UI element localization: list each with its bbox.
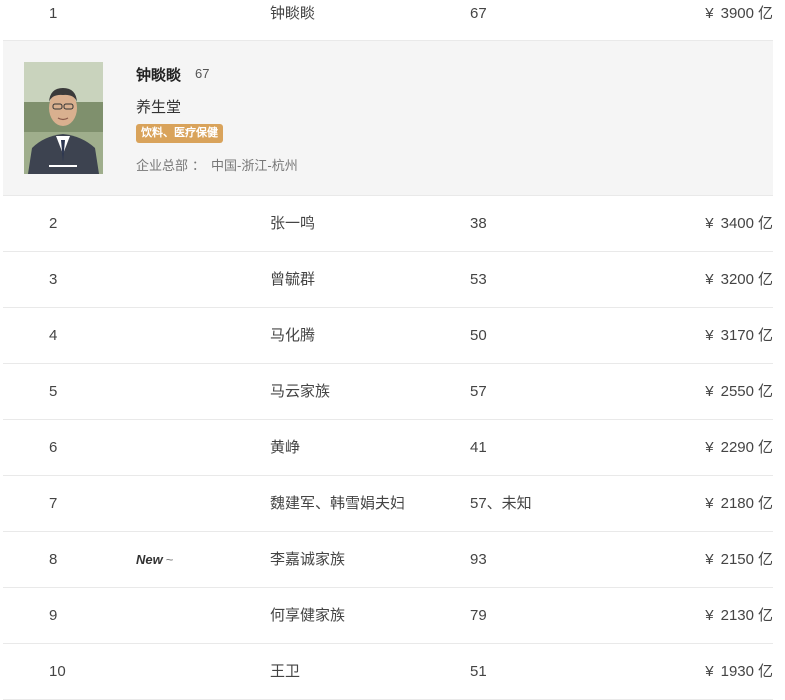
name-cell: 马云家族 [270,383,331,400]
rank-cell: 6 [49,439,58,456]
wealth-unit: 亿 [757,607,773,624]
currency-symbol: ¥ [705,439,714,456]
wealth-value: 2130 [720,607,754,624]
age-cell: 53 [470,271,487,288]
name-cell: 黄峥 [270,439,301,456]
table-row[interactable]: 5 马云家族 57 ¥2550 亿 [3,364,773,420]
wealth-value: 3200 [720,271,754,288]
headquarters-value: 中国-浙江-杭州 [211,158,298,173]
wealth-cell: ¥2550 亿 [705,364,773,419]
wealth-unit: 亿 [757,5,773,22]
age-cell: 38 [470,215,487,232]
person-name[interactable]: 钟睒睒 [136,64,181,85]
currency-symbol: ¥ [705,495,714,512]
age-cell: 51 [470,663,487,680]
person-age: 67 [195,66,210,81]
wealth-cell: ¥3200 亿 [705,252,773,307]
rank-cell: 5 [49,383,58,400]
wealth-cell: ¥2290 亿 [705,420,773,475]
person-detail-panel: 钟睒睒 67 养生堂 饮料、医疗保健 企业总部： 中国-浙江-杭州 [3,41,773,196]
new-badge: New ~ [136,532,173,587]
currency-symbol: ¥ [705,5,714,22]
age-cell: 41 [470,439,487,456]
wealth-value: 3900 [720,5,754,22]
age-cell: 93 [470,551,487,568]
name-cell: 张一鸣 [270,215,316,232]
person-portrait-icon [24,62,103,174]
headquarters-separator: ： [192,158,206,173]
name-cell: 何享健家族 [270,607,346,624]
table-row[interactable]: 6 黄峥 41 ¥2290 亿 [3,420,773,476]
company-name[interactable]: 养生堂 [136,96,181,117]
wealth-unit: 亿 [757,439,773,456]
wealth-cell: ¥3170 亿 [705,308,773,363]
wealth-unit: 亿 [757,327,773,344]
wealth-value: 3400 [720,215,754,232]
headquarters-info: 企业总部： 中国-浙江-杭州 [136,155,298,174]
new-badge-label: New [136,552,163,567]
name-cell: 钟睒睒 [270,5,316,22]
wealth-cell: ¥3400 亿 [705,196,773,251]
age-cell: 57 [470,383,487,400]
name-cell: 王卫 [270,663,301,680]
table-row[interactable]: 2 张一鸣 38 ¥3400 亿 [3,196,773,252]
rank-cell: 1 [49,5,58,22]
table-row[interactable]: 8 New ~ 李嘉诚家族 93 ¥2150 亿 [3,532,773,588]
rich-list-table: 1 钟睒睒 67 ¥3900 亿 钟睒睒 67 养生堂 饮料、医疗保健 企业总部… [3,0,773,700]
age-cell: 67 [470,5,487,22]
wealth-value: 2150 [720,551,754,568]
currency-symbol: ¥ [705,215,714,232]
wealth-cell: ¥1930 亿 [705,644,773,699]
table-row[interactable]: 7 魏建军、韩雪娟夫妇 57、未知 ¥2180 亿 [3,476,773,532]
age-cell: 79 [470,607,487,624]
wealth-unit: 亿 [757,663,773,680]
table-row[interactable]: 10 王卫 51 ¥1930 亿 [3,644,773,700]
currency-symbol: ¥ [705,551,714,568]
wealth-cell: ¥2180 亿 [705,476,773,531]
wealth-value: 3170 [720,327,754,344]
name-cell: 曾毓群 [270,271,316,288]
industry-badge: 饮料、医疗保健 [136,124,223,143]
currency-symbol: ¥ [705,607,714,624]
wealth-value: 2290 [720,439,754,456]
currency-symbol: ¥ [705,327,714,344]
rank-cell: 9 [49,607,58,624]
wealth-unit: 亿 [757,271,773,288]
age-cell: 57、未知 [470,495,532,512]
table-row[interactable]: 1 钟睒睒 67 ¥3900 亿 [3,0,773,41]
wealth-cell: ¥2150 亿 [705,532,773,587]
currency-symbol: ¥ [705,383,714,400]
wealth-unit: 亿 [757,383,773,400]
wealth-unit: 亿 [757,551,773,568]
rank-cell: 7 [49,495,58,512]
headquarters-label: 企业总部 [136,158,189,173]
table-row[interactable]: 4 马化腾 50 ¥3170 亿 [3,308,773,364]
rank-cell: 3 [49,271,58,288]
wealth-cell: ¥2130 亿 [705,588,773,643]
name-cell: 李嘉诚家族 [270,551,346,568]
rank-cell: 8 [49,551,58,568]
wealth-unit: 亿 [757,215,773,232]
name-cell: 马化腾 [270,327,316,344]
wealth-cell: ¥3900 亿 [705,0,773,28]
person-photo [24,62,103,174]
rank-cell: 2 [49,215,58,232]
table-row[interactable]: 3 曾毓群 53 ¥3200 亿 [3,252,773,308]
wealth-unit: 亿 [757,495,773,512]
table-row[interactable]: 9 何享健家族 79 ¥2130 亿 [3,588,773,644]
wealth-value: 2180 [720,495,754,512]
wealth-value: 1930 [720,663,754,680]
currency-symbol: ¥ [705,271,714,288]
age-cell: 50 [470,327,487,344]
rank-cell: 4 [49,327,58,344]
currency-symbol: ¥ [705,663,714,680]
wealth-value: 2550 [720,383,754,400]
name-cell: 魏建军、韩雪娟夫妇 [270,495,406,512]
new-badge-mark: ~ [165,552,174,567]
rank-cell: 10 [49,663,66,680]
